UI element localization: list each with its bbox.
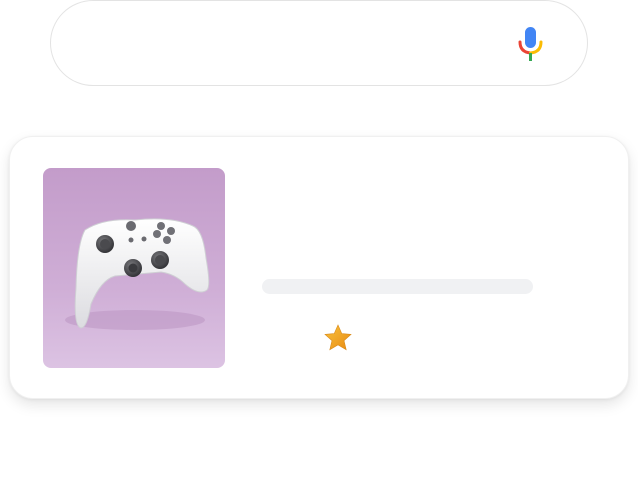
search-input[interactable] <box>79 25 503 63</box>
search-bar[interactable] <box>50 0 588 86</box>
star-icon <box>323 323 353 353</box>
game-controller-image <box>43 168 225 368</box>
microphone-icon[interactable] <box>514 25 548 63</box>
title-placeholder <box>262 279 533 294</box>
product-result-card[interactable] <box>9 136 629 399</box>
